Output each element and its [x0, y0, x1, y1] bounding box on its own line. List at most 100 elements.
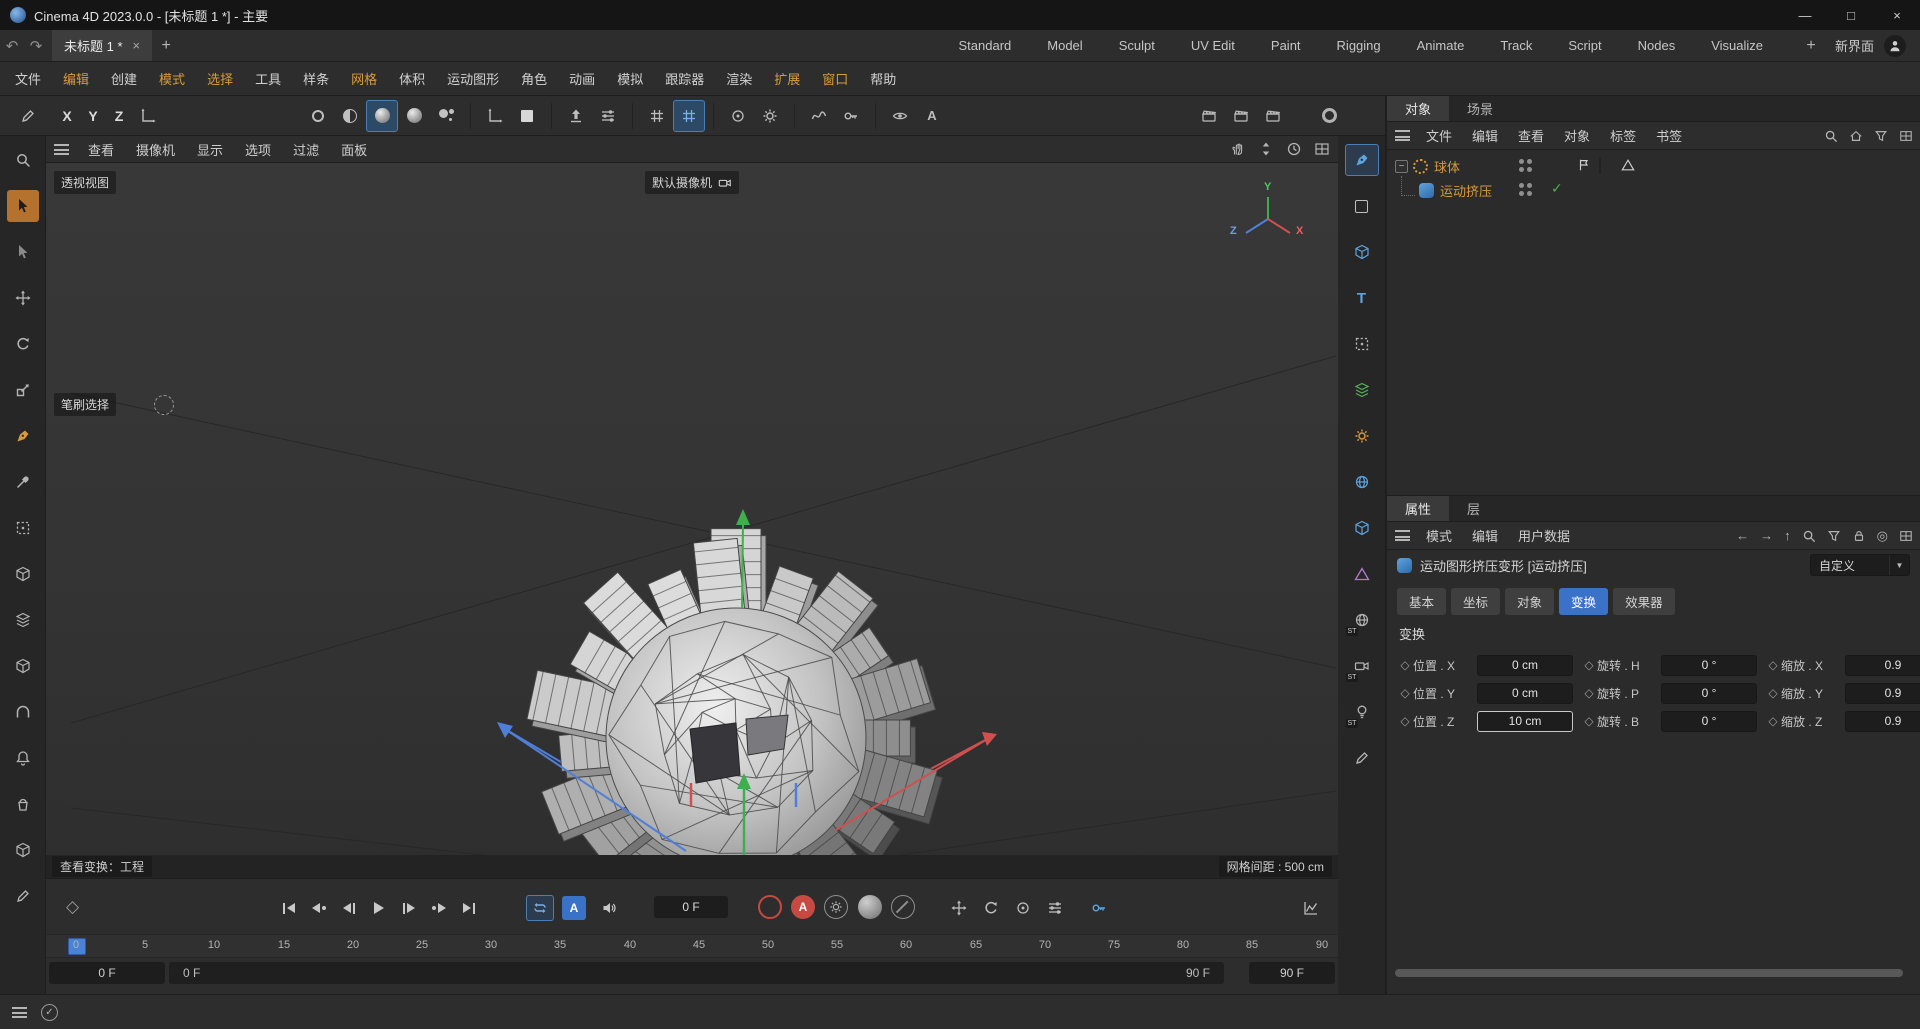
vp-menu-display[interactable]: 显示 [188, 140, 232, 159]
range-start-field[interactable]: 0 F [49, 962, 165, 984]
extrude-tool-icon[interactable] [560, 100, 592, 132]
tab-close-icon[interactable]: × [133, 38, 141, 53]
close-button[interactable]: × [1874, 0, 1920, 30]
record-keyframe-button[interactable] [758, 895, 782, 919]
add-document-button[interactable]: + [152, 37, 180, 55]
vp-menu-filter[interactable]: 过滤 [284, 140, 328, 159]
texture-tag-icon[interactable] [1599, 157, 1601, 174]
next-key-button[interactable] [424, 895, 454, 921]
am-up-icon[interactable]: ↑ [1784, 528, 1791, 543]
keyframe-diamond-icon[interactable]: ◇ [1581, 714, 1597, 728]
maximize-button[interactable]: □ [1828, 0, 1874, 30]
timeline-ruler[interactable]: 0 5 10 15 20 25 30 35 40 45 50 55 60 65 … [46, 934, 1338, 958]
tab-transform[interactable]: 变换 [1559, 588, 1609, 615]
rotation-p-input[interactable]: 0 ° [1661, 682, 1757, 704]
menu-tracker[interactable]: 跟踪器 [654, 69, 715, 88]
tab-objects[interactable]: 对象 [1387, 96, 1450, 121]
keyframe-diamond-icon[interactable]: ◇ [1765, 714, 1781, 728]
om-menu-bookmarks[interactable]: 书签 [1648, 126, 1690, 145]
goto-start-button[interactable] [274, 895, 304, 921]
visibility-dots[interactable] [1519, 183, 1532, 196]
preview-range-bar[interactable]: 0 F 90 F [169, 962, 1224, 984]
lock-z-axis-button[interactable]: Z [106, 103, 132, 129]
tab-basic[interactable]: 基本 [1397, 588, 1447, 615]
cube-primitive-icon[interactable] [7, 558, 39, 590]
autokey-object-button[interactable]: A [791, 895, 815, 919]
om-home-icon[interactable] [1849, 129, 1863, 143]
user-avatar-icon[interactable] [1884, 34, 1906, 57]
menu-mograph[interactable]: 运动图形 [436, 69, 510, 88]
viewport-solo-icon[interactable] [1345, 466, 1379, 498]
coordinate-system-icon[interactable] [132, 100, 164, 132]
spline-settings-icon[interactable] [835, 100, 867, 132]
arch-tool-icon[interactable] [7, 696, 39, 728]
menu-mesh[interactable]: 网格 [340, 69, 388, 88]
enable-axis-icon[interactable] [1345, 328, 1379, 360]
axis-edit-icon[interactable] [479, 100, 511, 132]
om-menu-icon[interactable] [1395, 130, 1410, 141]
spline-tool-icon[interactable] [803, 100, 835, 132]
tab-scene[interactable]: 场景 [1449, 96, 1511, 121]
layout-nodes[interactable]: Nodes [1638, 38, 1676, 53]
keyframe-diamond-icon[interactable]: ◇ [1765, 686, 1781, 700]
eyedropper-tool[interactable] [7, 466, 39, 498]
layout-script[interactable]: Script [1568, 38, 1601, 53]
menu-animate[interactable]: 动画 [558, 69, 606, 88]
rotate-tool[interactable] [7, 328, 39, 360]
scale-z-input[interactable]: 0.9 [1845, 710, 1920, 732]
menu-window[interactable]: 窗口 [811, 69, 859, 88]
tree-row-extrude[interactable]: 运动挤压 ✓ [1387, 176, 1920, 202]
layout-track[interactable]: Track [1500, 38, 1532, 53]
brush-tool[interactable] [7, 420, 39, 452]
3d-viewport[interactable]: 透视视图 默认摄像机 笔刷选择 Y Z X 查看变换：工程 网格间距 : 500… [46, 163, 1338, 878]
tab-coordinates[interactable]: 坐标 [1451, 588, 1501, 615]
keyframe-diamond-icon[interactable]: ◇ [1397, 686, 1413, 700]
scale-x-input[interactable]: 0.9 [1845, 654, 1920, 676]
vp-menu-panel[interactable]: 面板 [332, 140, 376, 159]
layout-model[interactable]: Model [1047, 38, 1082, 53]
status-menu-icon[interactable] [12, 1006, 27, 1018]
am-search-icon[interactable] [1802, 529, 1816, 543]
layout-sculpt[interactable]: Sculpt [1119, 38, 1155, 53]
record-scale-button[interactable] [1008, 895, 1038, 921]
menu-spline[interactable]: 样条 [292, 69, 340, 88]
menu-render[interactable]: 渲染 [715, 69, 763, 88]
menu-tools[interactable]: 工具 [244, 69, 292, 88]
record-parameter-button[interactable] [1040, 895, 1070, 921]
menu-help[interactable]: 帮助 [859, 69, 907, 88]
am-filter-icon[interactable] [1827, 529, 1841, 543]
lock-y-axis-button[interactable]: Y [80, 103, 106, 129]
move-tool[interactable] [7, 282, 39, 314]
snap-settings-icon[interactable] [754, 100, 786, 132]
uv-shapes-icon[interactable] [1345, 512, 1379, 544]
menu-mode[interactable]: 模式 [148, 69, 196, 88]
menu-volume[interactable]: 体积 [388, 69, 436, 88]
om-menu-tags[interactable]: 标签 [1602, 126, 1644, 145]
preset-dropdown[interactable]: 自定义 ▼ [1810, 554, 1910, 576]
tab-attributes[interactable]: 属性 [1387, 496, 1450, 521]
am-menu-userdata[interactable]: 用户数据 [1510, 526, 1578, 545]
search-icon[interactable] [7, 144, 39, 176]
render-picture-viewer-icon[interactable] [1225, 100, 1257, 132]
texture-axis-icon[interactable]: T [1345, 282, 1379, 314]
box-tool-icon[interactable] [7, 650, 39, 682]
snap-palette-icon[interactable] [1345, 374, 1379, 406]
am-forward-icon[interactable]: → [1760, 528, 1773, 543]
menu-create[interactable]: 创建 [100, 69, 148, 88]
am-panel-icon[interactable] [1899, 529, 1913, 543]
knife-tool-icon[interactable] [7, 880, 39, 912]
current-frame-field[interactable]: 0 F [654, 896, 728, 918]
menu-simulate[interactable]: 模拟 [606, 69, 654, 88]
play-button[interactable] [364, 895, 394, 921]
prev-key-button[interactable] [304, 895, 334, 921]
om-menu-view[interactable]: 查看 [1510, 126, 1552, 145]
pan-hand-icon[interactable] [1230, 141, 1246, 157]
tab-effectors[interactable]: 效果器 [1613, 588, 1675, 615]
render-settings-icon[interactable] [1257, 100, 1289, 132]
layout-rigging[interactable]: Rigging [1337, 38, 1381, 53]
live-selection-tool[interactable] [6, 190, 39, 222]
vp-menu-options[interactable]: 选项 [236, 140, 280, 159]
deformer-icon[interactable] [1345, 558, 1379, 590]
am-target-icon[interactable]: ◎ [1877, 528, 1888, 544]
keyframe-diamond-icon[interactable]: ◇ [1765, 658, 1781, 672]
